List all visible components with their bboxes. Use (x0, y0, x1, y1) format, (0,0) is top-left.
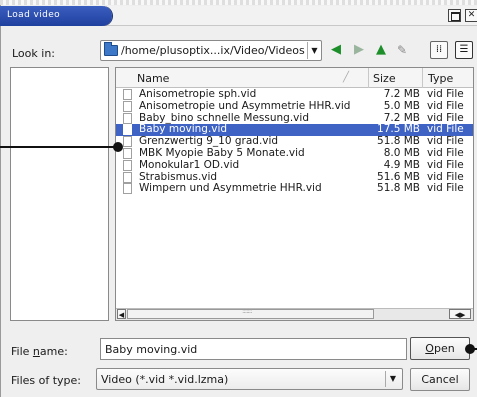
column-header-size[interactable]: Size (369, 68, 423, 88)
file-name-label-pre: File (11, 345, 33, 358)
cancel-button[interactable]: Cancel (410, 368, 470, 391)
annotation-pointer-dot (465, 344, 475, 354)
list-header: Name ╱ Size Type (116, 68, 473, 88)
open-button[interactable]: Open (410, 337, 470, 360)
sort-indicator-icon: ╱ (343, 72, 350, 83)
scroll-right-icon[interactable]: ◀▶ (449, 309, 471, 319)
file-icon (123, 124, 132, 136)
table-row[interactable]: Wimpern und Asymmetrie HHR.vid 51.8 MB v… (116, 182, 473, 195)
scroll-left-icon[interactable]: ◀ (117, 309, 126, 319)
chevron-down-icon[interactable]: ▼ (385, 371, 400, 387)
files-of-type-value: Video (*.vid *.vid.lzma) (101, 373, 229, 386)
file-name-input[interactable]: Baby moving.vid (100, 338, 407, 360)
horizontal-scrollbar[interactable]: ◀ ◀▶ (116, 307, 473, 320)
folder-icon (104, 42, 118, 56)
sidebar-places[interactable] (10, 67, 109, 321)
file-icon (123, 112, 132, 124)
file-name-label: File name: (11, 345, 68, 358)
file-icon (123, 183, 132, 195)
files-of-type-select[interactable]: Video (*.vid *.vid.lzma) ▼ (96, 368, 403, 390)
file-icon (123, 136, 132, 148)
scroll-thumb[interactable] (127, 307, 374, 319)
detail-view-icon[interactable]: ☰ (455, 41, 473, 59)
annotation-pointer-dot (113, 142, 123, 152)
annotation-pointer-line (0, 146, 118, 148)
look-in-label: Look in: (12, 47, 55, 60)
files-of-type-label: Files of type: (11, 374, 82, 387)
file-icon (123, 89, 132, 100)
path-text: /home/plusoptix...ix/Video/Videos (121, 44, 305, 57)
window-title: Load video (0, 6, 112, 26)
file-name-label-post: ame: (39, 345, 68, 358)
open-label: pen (433, 342, 455, 355)
file-icon (123, 100, 132, 112)
file-size: 51.8 MB (377, 182, 420, 195)
close-icon[interactable]: ✕ (465, 9, 477, 22)
file-icon (123, 148, 132, 159)
path-combobox[interactable]: /home/plusoptix...ix/Video/Videos (100, 40, 322, 61)
file-icon (123, 159, 132, 171)
file-list[interactable]: Name ╱ Size Type Anisometropie sph.vid 7… (115, 67, 474, 321)
column-header-name[interactable]: Name (116, 68, 369, 88)
new-folder-icon[interactable]: ✎ (393, 41, 411, 59)
forward-icon[interactable]: ▶ (350, 41, 368, 59)
chevron-down-icon[interactable]: ▼ (307, 42, 321, 59)
back-icon[interactable]: ◀ (327, 41, 345, 59)
list-view-icon[interactable]: ⁞⁞ (430, 41, 448, 59)
file-icon (123, 171, 132, 183)
file-name-label-mnemonic: n (32, 345, 40, 358)
maximize-icon[interactable] (448, 9, 461, 22)
file-name: Wimpern und Asymmetrie HHR.vid (139, 182, 322, 195)
file-type: vid File (427, 182, 464, 195)
title-bar: Load video ✕ (0, 6, 477, 26)
up-icon[interactable]: ▲ (372, 41, 390, 59)
column-header-type[interactable]: Type (423, 68, 473, 88)
open-label-mnemonic: O (425, 342, 434, 355)
